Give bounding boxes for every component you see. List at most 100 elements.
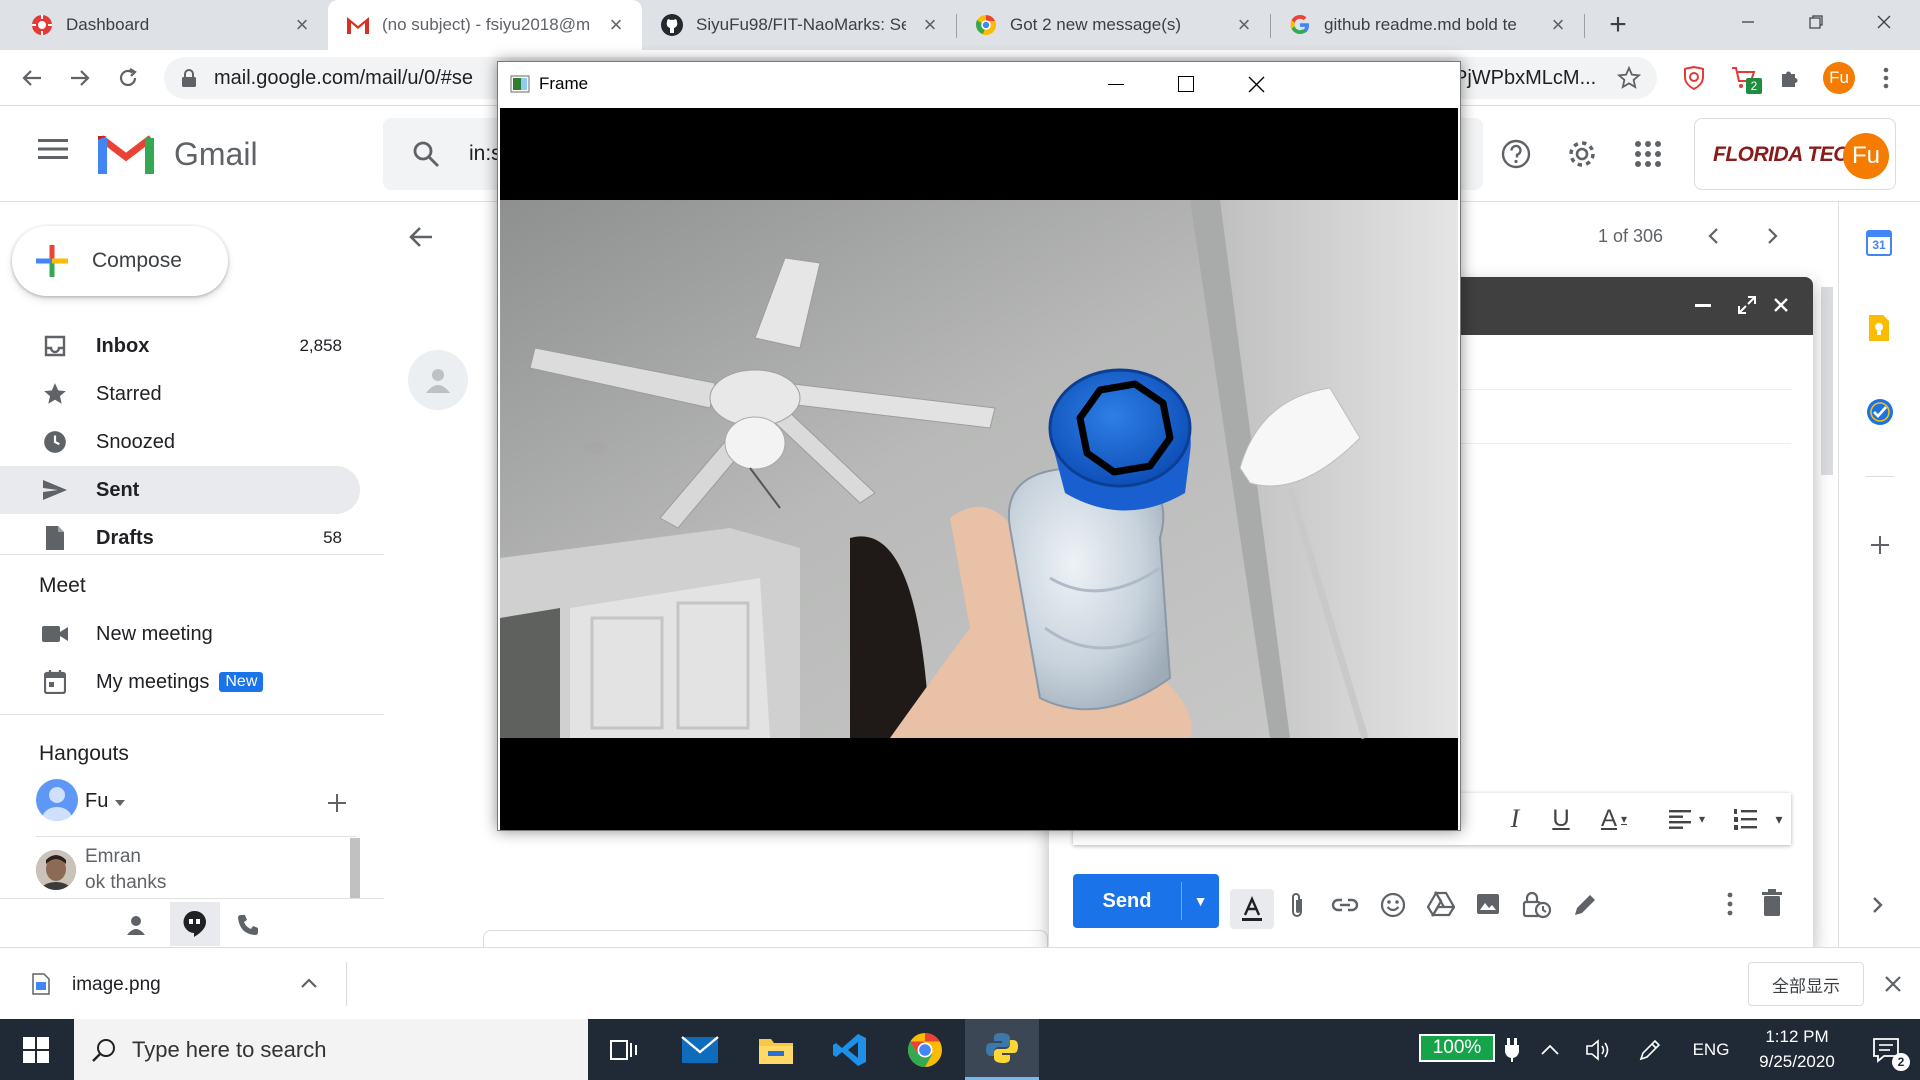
support-button[interactable] [1496, 134, 1536, 174]
insert-emoji-button[interactable] [1379, 891, 1407, 924]
more-options-button[interactable] [1727, 891, 1733, 922]
account-switcher[interactable]: FLORIDA TECH Fu [1694, 118, 1896, 190]
task-view-button[interactable] [588, 1019, 660, 1080]
sidebar-item-label: Drafts [96, 526, 154, 549]
tab-dashboard[interactable]: Dashboard × [0, 0, 328, 50]
settings-button[interactable] [1562, 134, 1602, 174]
start-button[interactable] [0, 1019, 72, 1080]
window-restore-button[interactable] [1782, 0, 1850, 44]
window-minimize-button[interactable] [1714, 0, 1782, 44]
tab-google-search[interactable]: github readme.md bold te × [1270, 0, 1584, 50]
tab-github[interactable]: SiyuFu98/FIT-NaoMarks: Se × [642, 0, 956, 50]
underline-button[interactable]: U [1543, 793, 1579, 845]
google-apps-button[interactable] [1628, 134, 1668, 174]
clock[interactable]: 1:12 PM 9/25/2020 [1742, 1024, 1852, 1076]
new-tab-button[interactable]: + [1600, 10, 1636, 40]
hangouts-tab[interactable] [170, 902, 220, 946]
power-plug-icon[interactable] [1498, 1019, 1526, 1080]
phone-tab[interactable] [228, 906, 268, 944]
back-button[interactable] [14, 60, 50, 96]
close-icon[interactable] [1773, 297, 1789, 313]
close-download-shelf-icon[interactable] [1884, 975, 1902, 993]
tab-messages[interactable]: Got 2 new message(s) × [956, 0, 1270, 50]
help-icon [1501, 139, 1531, 169]
vscode-button[interactable] [814, 1019, 886, 1080]
get-addons-button[interactable] [1868, 533, 1892, 562]
hangouts-contact-emran[interactable]: Emran ok thanks [36, 846, 356, 896]
sidebar-item-snoozed[interactable]: Snoozed [0, 418, 360, 466]
extensions-menu-button[interactable] [1772, 60, 1808, 96]
python-window-button[interactable] [965, 1019, 1039, 1080]
tab-close-icon[interactable]: × [604, 13, 628, 37]
tab-close-icon[interactable]: × [1232, 13, 1256, 37]
show-side-panel-button[interactable] [1868, 893, 1888, 922]
tab-close-icon[interactable]: × [918, 13, 942, 37]
send-button[interactable]: Send [1073, 874, 1181, 928]
insert-photo-button[interactable] [1475, 892, 1501, 921]
mail-app-button[interactable] [664, 1019, 736, 1080]
chrome-menu-button[interactable] [1868, 60, 1904, 96]
attach-file-button[interactable] [1285, 891, 1309, 926]
sidebar-item-sent[interactable]: Sent [0, 466, 360, 514]
numbered-list-button[interactable] [1727, 793, 1763, 845]
frame-minimize-button[interactable] [1108, 84, 1124, 86]
extension-button[interactable] [1676, 60, 1712, 96]
window-close-button[interactable] [1850, 0, 1918, 44]
back-to-sent-button[interactable] [408, 225, 434, 254]
frame-maximize-button[interactable] [1178, 76, 1194, 92]
more-formatting-button[interactable]: ▾ [1767, 793, 1791, 845]
show-all-downloads-button[interactable]: 全部显示 [1748, 962, 1864, 1006]
insert-signature-button[interactable] [1571, 891, 1599, 924]
formatting-options-button[interactable] [1230, 889, 1274, 929]
action-center-button[interactable]: 2 [1858, 1019, 1914, 1080]
insert-drive-button[interactable] [1426, 890, 1456, 922]
main-menu-button[interactable] [38, 138, 68, 165]
tasks-app-button[interactable] [1866, 398, 1894, 431]
link-icon [1331, 898, 1359, 912]
battery-indicator[interactable]: 100% [1419, 1034, 1495, 1062]
calendar-app-button[interactable]: 31 [1866, 230, 1892, 256]
pen-workspace-button[interactable] [1630, 1019, 1670, 1080]
frame-title-bar[interactable]: Frame [498, 62, 1460, 108]
tab-close-icon[interactable]: × [1546, 13, 1570, 37]
hangouts-scrollbar[interactable] [350, 838, 360, 898]
align-button[interactable]: ▾ [1661, 793, 1713, 845]
tab-title: SiyuFu98/FIT-NaoMarks: Se [696, 15, 906, 34]
profile-button[interactable]: Fu [1821, 60, 1857, 96]
my-meetings-item[interactable]: My meetings New [0, 658, 360, 706]
insert-link-button[interactable] [1331, 893, 1359, 922]
main-scrollbar[interactable] [1821, 287, 1833, 475]
new-meeting-item[interactable]: New meeting [0, 610, 360, 658]
compose-button[interactable]: Compose [12, 226, 228, 296]
tab-close-icon[interactable]: × [290, 13, 314, 37]
contacts-tab[interactable] [116, 906, 156, 944]
minimize-icon[interactable] [1695, 304, 1711, 307]
keep-app-button[interactable] [1867, 314, 1891, 347]
sidebar-item-starred[interactable]: Starred [0, 370, 360, 418]
text-color-button[interactable]: A ▾ [1589, 793, 1639, 845]
chrome-button[interactable] [889, 1019, 961, 1080]
newer-button[interactable] [1700, 222, 1728, 255]
schedule-send-dropdown[interactable]: ▼ [1182, 874, 1219, 928]
expand-icon[interactable] [1738, 296, 1756, 314]
lock-clock-icon [1522, 891, 1552, 919]
hangouts-user-name[interactable]: Fu [85, 790, 108, 813]
input-language-button[interactable]: ENG [1684, 1019, 1738, 1080]
italic-button[interactable]: I [1497, 793, 1533, 845]
file-explorer-button[interactable] [740, 1019, 812, 1080]
cart-extension-button[interactable]: 2 [1726, 60, 1762, 96]
sidebar-item-inbox[interactable]: Inbox 2,858 [0, 322, 360, 370]
hangouts-user-avatar[interactable] [36, 779, 78, 821]
frame-close-button[interactable] [1248, 76, 1265, 93]
show-hidden-icons-button[interactable] [1532, 1019, 1568, 1080]
taskbar-search-box[interactable]: Type here to search [74, 1019, 588, 1080]
confidential-mode-button[interactable] [1522, 891, 1552, 924]
volume-button[interactable] [1578, 1019, 1618, 1080]
forward-button[interactable] [62, 60, 98, 96]
reload-button[interactable] [110, 60, 146, 96]
discard-draft-button[interactable] [1761, 889, 1783, 922]
gmail-logo-icon[interactable] [97, 132, 155, 181]
download-item[interactable]: image.png [0, 948, 346, 1020]
tab-gmail[interactable]: (no subject) - fsiyu2018@m × [328, 0, 642, 50]
older-button[interactable] [1758, 222, 1786, 255]
